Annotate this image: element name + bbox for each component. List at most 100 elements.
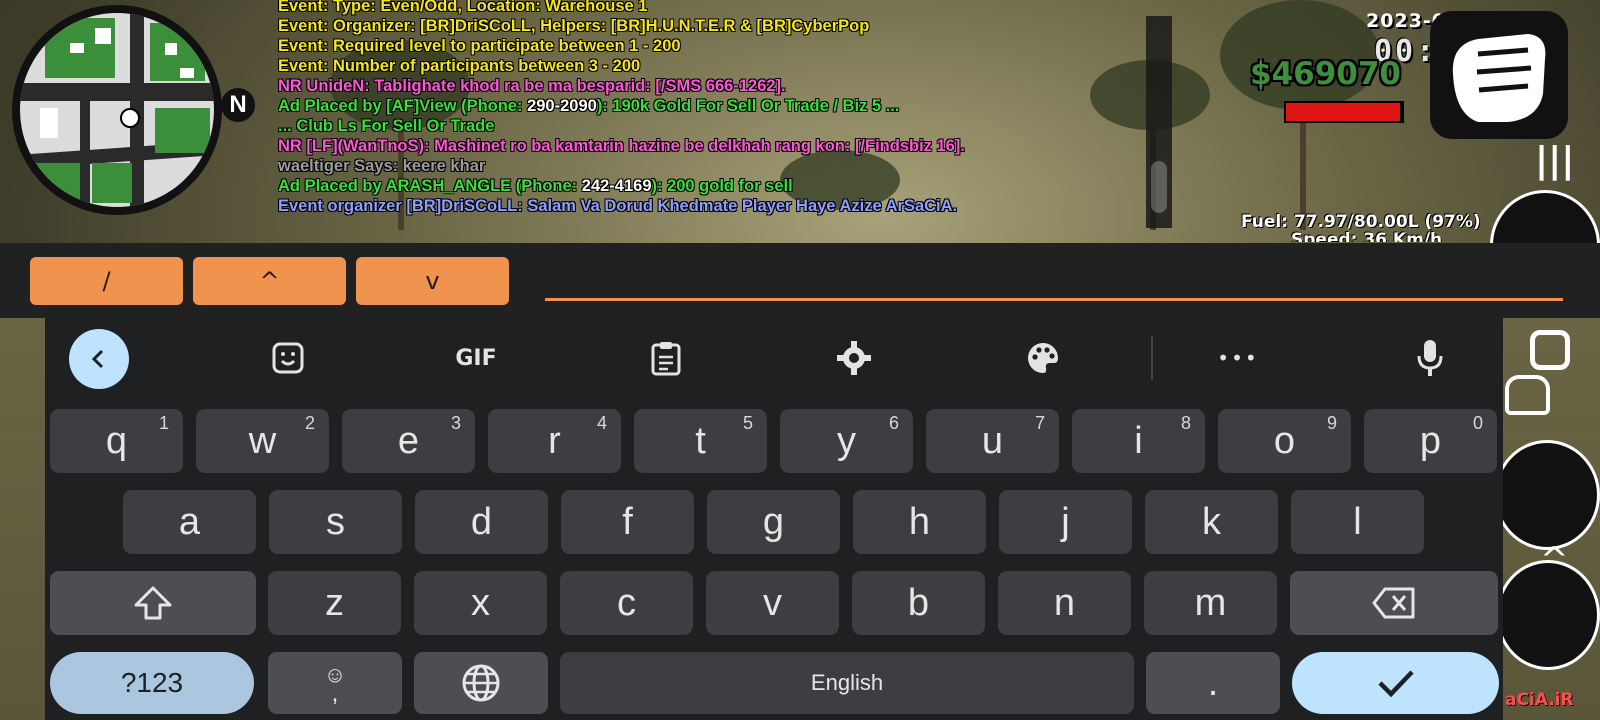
chat-scrollbar-thumb[interactable] [1151,161,1167,213]
key-l[interactable]: l [1291,490,1424,554]
backspace-icon[interactable] [1290,571,1498,635]
player-marker-icon [120,108,140,128]
symbols-key[interactable]: ?123 [50,652,254,714]
slash-command-button[interactable]: / [30,257,183,305]
key-o[interactable]: o9 [1218,409,1351,473]
chat-message: NR [LF](WanTnoS): Mashinet ro ba kamtari… [278,136,1158,156]
key-hint: 9 [1326,413,1337,433]
chat-input-field[interactable] [545,261,1563,301]
wheel-icon[interactable] [1494,440,1600,550]
chat-message-segment: 242-4169 [581,177,652,195]
key-p[interactable]: p0 [1364,409,1497,473]
period-key[interactable]: . [1146,652,1280,714]
palm-tree [1220,0,1380,110]
onscreen-keyboard: GIF ••• q1w2e3r4t5y6u7i8o9p0 asdfghjkl zxc… [45,318,1503,720]
key-d[interactable]: d [415,490,548,554]
menu-bars-icon[interactable]: ||| [1535,140,1574,181]
history-up-button[interactable]: ^ [193,257,346,305]
key-t[interactable]: t5 [634,409,767,473]
key-hint: 6 [888,413,899,433]
gif-button[interactable]: GIF [447,329,505,387]
key-h[interactable]: h [853,490,986,554]
keypad-icon[interactable] [1496,560,1600,670]
key-hint: 1 [158,413,169,433]
key-n[interactable]: n [998,571,1131,635]
key-hint: 5 [742,413,753,433]
key-x[interactable]: x [414,571,547,635]
chat-message-segment: Event: Organizer: [BR]DriSCoLL, Helpers:… [278,17,870,35]
mic-icon[interactable] [1401,329,1459,387]
key-c[interactable]: c [560,571,693,635]
health-bar-fill [1286,103,1400,121]
key-b[interactable]: b [852,571,985,635]
key-j[interactable]: j [999,490,1132,554]
chat-message-segment: NR UnideN: Tablighate khod ra be ma besp… [278,77,786,95]
shift-icon[interactable] [50,571,256,635]
key-a[interactable]: a [123,490,256,554]
chat-message-segment: 290-2090 [527,97,597,115]
chat-log: Event: Type: Even/Odd, Location: Warehou… [278,0,1158,221]
key-s[interactable]: s [269,490,402,554]
chat-message-segment: Ad Placed by [AF]View (Phone: [278,97,528,115]
chat-message-segment: ): 200 gold for sell [651,177,793,195]
emoji-comma-key[interactable]: ☺ , [268,652,402,714]
chat-message-segment: ): 190k Gold For Sell Or Trade / Biz 5 .… [596,97,900,115]
more-icon[interactable]: ••• [1209,329,1267,387]
palette-icon[interactable] [1014,329,1072,387]
key-u[interactable]: u7 [926,409,1059,473]
sticker-icon[interactable] [259,329,317,387]
watermark-text: aCiA.iR [1505,690,1574,710]
chat-message-segment: Event: Number of participants between 3 … [278,57,641,75]
chat-message: Event: Required level to participate bet… [278,36,1158,56]
keyboard-toolbar: GIF ••• [45,318,1503,398]
space-key[interactable]: English [560,652,1134,714]
chat-message: Event: Number of participants between 3 … [278,56,1158,76]
radar-minimap [12,5,222,215]
key-i[interactable]: i8 [1072,409,1205,473]
enter-key[interactable] [1292,652,1499,714]
car-icon[interactable] [1505,375,1550,415]
chat-message: Event: Organizer: [BR]DriSCoLL, Helpers:… [278,16,1158,36]
chat-message-segment: Event organizer [BR]DriSCoLL: Salam Va D… [278,197,958,215]
health-bar [1284,101,1404,123]
key-q[interactable]: q1 [50,409,183,473]
chat-message: Ad Placed by [AF]View (Phone: 290-2090):… [278,96,1158,116]
chat-message-segment: ... Club Ls For Sell Or Trade [278,117,495,135]
key-hint: 7 [1034,413,1045,433]
chevron-left-icon[interactable] [69,329,129,389]
chat-message: Event organizer [BR]DriSCoLL: Salam Va D… [278,196,1158,216]
clipboard-icon[interactable] [637,329,695,387]
key-v[interactable]: v [706,571,839,635]
chat-message-segment: NR [LF](WanTnoS): Mashinet ro ba kamtari… [278,137,965,155]
key-hint: 3 [450,413,461,433]
key-f[interactable]: f [561,490,694,554]
key-r[interactable]: r4 [488,409,621,473]
square-button-icon[interactable] [1530,330,1570,370]
chat-message-segment: Event: Type: Even/Odd, Location: Warehou… [278,0,648,15]
key-e[interactable]: e3 [342,409,475,473]
chat-input-bar: / ^ v [0,243,1600,318]
key-y[interactable]: y6 [780,409,913,473]
emoji-icon: ☺ [323,662,347,687]
key-z[interactable]: z [268,571,401,635]
chat-scrollbar[interactable] [1146,16,1172,228]
speed-readout: Speed: 36 Km/h [1291,230,1443,242]
chat-message: Ad Placed by ARASH_ANGLE (Phone: 242-416… [278,176,1158,196]
key-w[interactable]: w2 [196,409,329,473]
chat-message-segment: waeltiger Says: keere khar [278,157,486,175]
key-k[interactable]: k [1145,490,1278,554]
chat-message-segment: Ad Placed by ARASH_ANGLE (Phone: [278,177,582,195]
radar-north-label: N [221,88,255,122]
fuel-readout: Fuel: 77.97/80.00L (97%) [1241,212,1481,232]
globe-icon[interactable] [414,652,548,714]
key-g[interactable]: g [707,490,840,554]
history-down-button[interactable]: v [356,257,509,305]
weapon-fist-icon[interactable] [1430,11,1568,139]
key-m[interactable]: m [1144,571,1277,635]
key-hint: 2 [304,413,315,433]
key-hint: 0 [1472,413,1483,433]
chat-message: Event: Type: Even/Odd, Location: Warehou… [278,0,1158,16]
toolbar-divider [1151,336,1153,380]
gear-icon[interactable] [825,329,883,387]
chat-message-segment: Event: Required level to participate bet… [278,37,681,55]
